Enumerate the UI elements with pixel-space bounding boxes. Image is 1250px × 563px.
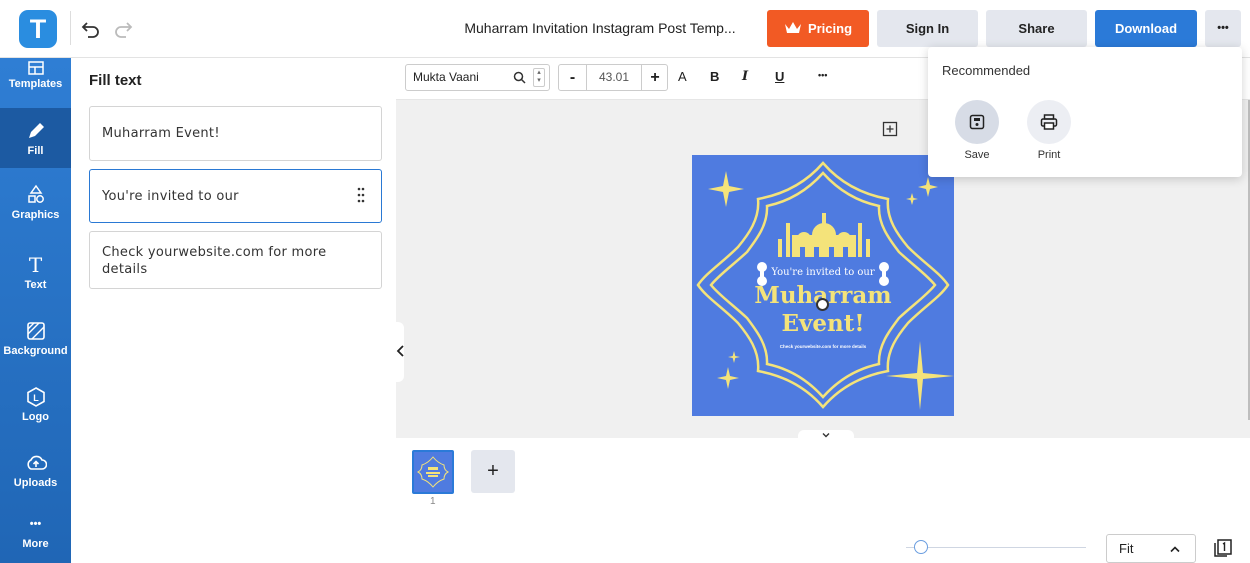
- chevron-down-icon[interactable]: [821, 432, 831, 439]
- sidebar-item-uploads[interactable]: Uploads: [0, 446, 71, 506]
- save-icon-bg: [955, 100, 999, 144]
- chevron-up-icon: [1170, 546, 1180, 553]
- size-decrease-button[interactable]: -: [559, 65, 587, 90]
- pricing-label: Pricing: [807, 21, 853, 36]
- undo-icon[interactable]: [80, 18, 102, 40]
- text-field-subtitle[interactable]: You're invited to our: [89, 169, 382, 223]
- templates-icon: [27, 61, 44, 75]
- rotate-handle-icon[interactable]: [816, 298, 829, 311]
- canvas-title-event[interactable]: Event!: [692, 311, 954, 337]
- sidebar-item-label: Uploads: [13, 477, 58, 489]
- toolbar-more-button[interactable]: •••: [818, 70, 827, 80]
- more-icon: •••: [29, 518, 42, 530]
- sidebar-item-label: Fill: [27, 145, 44, 157]
- upload-icon: [26, 455, 47, 470]
- sidebar-item-fill[interactable]: Fill: [0, 108, 71, 168]
- design-canvas[interactable]: You're invited to our Muharram Event! Ch…: [692, 155, 954, 416]
- pages-bar: 1 + Fit: [396, 430, 1250, 563]
- print-icon-bg: [1027, 100, 1071, 144]
- sidebar-item-text[interactable]: T Text: [0, 248, 71, 308]
- sidebar-item-more[interactable]: ••• More: [0, 513, 71, 563]
- save-button[interactable]: Save: [955, 100, 1015, 170]
- crown-icon: [784, 22, 801, 33]
- page-view-icon[interactable]: [1213, 538, 1233, 558]
- app-logo[interactable]: T: [19, 10, 57, 48]
- pencil-icon: [28, 123, 44, 138]
- text-field-title[interactable]: Muharram Event!: [89, 106, 382, 161]
- sidebar: Templates Fill Graphics T Text Backgroun…: [0, 58, 71, 563]
- print-button[interactable]: Print: [1027, 100, 1087, 170]
- sidebar-item-graphics[interactable]: Graphics: [0, 178, 71, 238]
- svg-text:L: L: [33, 393, 39, 403]
- share-button[interactable]: Share: [986, 10, 1087, 47]
- zoom-slider-handle[interactable]: [914, 540, 928, 554]
- chevron-left-icon[interactable]: [396, 344, 406, 358]
- thumbnail-frame: [417, 456, 449, 488]
- zoom-value: Fit: [1119, 541, 1134, 556]
- redo-icon[interactable]: [112, 18, 134, 40]
- text-color-button[interactable]: A: [678, 69, 687, 84]
- canvas-invited-text[interactable]: You're invited to our: [692, 267, 954, 278]
- sidebar-item-label: Logo: [22, 411, 49, 423]
- save-label: Save: [964, 149, 990, 161]
- more-options-dropdown: Recommended Save Print: [928, 47, 1242, 177]
- drag-handle-icon[interactable]: [357, 187, 365, 203]
- logo-icon: L: [26, 387, 45, 407]
- signin-button[interactable]: Sign In: [877, 10, 978, 47]
- sidebar-item-background[interactable]: Background: [0, 314, 71, 374]
- zoom-select[interactable]: Fit: [1106, 534, 1196, 563]
- sidebar-item-label: Templates: [8, 78, 63, 90]
- text-field-details[interactable]: Check yourwebsite.com for more details: [89, 231, 382, 289]
- text-icon: T: [28, 253, 43, 277]
- text-field-value: You're invited to our: [102, 189, 239, 204]
- page-thumbnail[interactable]: [412, 450, 454, 494]
- page-number: 1: [430, 496, 436, 507]
- sidebar-item-label: Background: [3, 345, 68, 357]
- sidebar-item-templates[interactable]: Templates: [0, 58, 71, 108]
- download-button[interactable]: Download: [1095, 10, 1197, 47]
- divider: [70, 11, 71, 45]
- print-icon: [1040, 114, 1058, 130]
- shapes-icon: [27, 184, 44, 203]
- dropdown-title: Recommended: [942, 63, 1031, 78]
- italic-button[interactable]: I: [742, 69, 748, 84]
- bold-button[interactable]: B: [710, 69, 719, 84]
- add-frame-icon[interactable]: [882, 121, 898, 137]
- underline-button[interactable]: U: [775, 69, 784, 84]
- size-input[interactable]: 43.01: [587, 65, 641, 90]
- font-select[interactable]: Mukta Vaani ▴ ▾: [405, 64, 550, 91]
- save-icon: [969, 114, 985, 130]
- zoom-slider-track[interactable]: [906, 547, 1086, 548]
- size-increase-button[interactable]: +: [641, 65, 668, 90]
- background-icon: [26, 322, 45, 340]
- sidebar-item-label: Graphics: [11, 209, 60, 221]
- font-name: Mukta Vaani: [413, 70, 479, 84]
- size-control: - 43.01 +: [558, 64, 668, 91]
- font-stepper[interactable]: ▴ ▾: [533, 68, 545, 87]
- search-icon: [513, 71, 526, 84]
- sidebar-item-logo[interactable]: L Logo: [0, 380, 71, 440]
- sidebar-item-label: More: [22, 538, 49, 550]
- print-label: Print: [1037, 149, 1061, 161]
- panel-title: Fill text: [89, 72, 142, 89]
- more-options-button[interactable]: •••: [1205, 10, 1241, 47]
- fill-panel: Fill text Muharram Event! You're invited…: [71, 58, 396, 563]
- sidebar-item-label: Text: [24, 279, 47, 291]
- add-page-button[interactable]: +: [471, 450, 515, 493]
- document-title[interactable]: Muharram Invitation Instagram Post Temp.…: [440, 20, 760, 36]
- pricing-button[interactable]: Pricing: [767, 10, 869, 47]
- canvas-details-text[interactable]: Check yourwebsite.com for more details: [692, 344, 954, 349]
